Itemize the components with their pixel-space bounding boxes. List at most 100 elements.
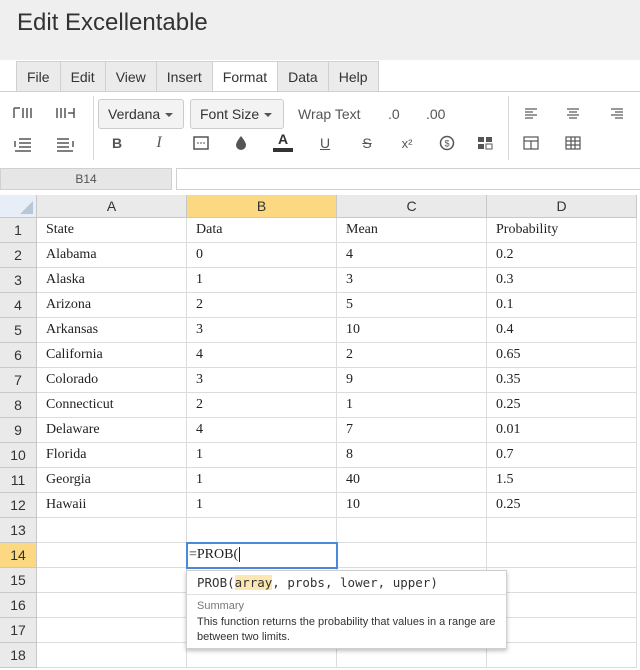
grid-cell[interactable] [37, 593, 187, 618]
grid-cell[interactable]: 4 [187, 418, 337, 443]
grid-cell[interactable]: 0.25 [487, 493, 637, 518]
grid-cell[interactable] [37, 643, 187, 668]
menu-file[interactable]: File [16, 61, 60, 92]
grid-cell[interactable]: 2 [187, 393, 337, 418]
grid-cell[interactable]: 0.2 [487, 243, 637, 268]
grid-cell[interactable]: Hawaii [37, 493, 187, 518]
align-center-icon[interactable] [562, 102, 584, 124]
fill-color-icon[interactable] [230, 132, 252, 154]
grid-cell[interactable]: 4 [187, 343, 337, 368]
cell-reference-box[interactable]: B14 [0, 168, 172, 190]
conditional-format-icon[interactable] [474, 132, 496, 154]
grid-cell[interactable]: Probability [487, 218, 637, 243]
grid-cell[interactable]: Alabama [37, 243, 187, 268]
superscript-button[interactable]: x² [396, 132, 418, 154]
grid-cell[interactable] [187, 518, 337, 543]
row-header[interactable]: 18 [0, 643, 37, 668]
bold-button[interactable]: B [106, 132, 128, 154]
row-header[interactable]: 5 [0, 318, 37, 343]
grid-cell[interactable]: 10 [337, 318, 487, 343]
grid-cell[interactable]: 3 [337, 268, 487, 293]
strikethrough-button[interactable]: S [356, 132, 378, 154]
row-header[interactable]: 13 [0, 518, 37, 543]
grid-cell[interactable]: 2 [337, 343, 487, 368]
row-header[interactable]: 11 [0, 468, 37, 493]
row-header[interactable]: 16 [0, 593, 37, 618]
column-header-d[interactable]: D [487, 195, 637, 218]
font-size-dropdown[interactable]: Font Size [190, 99, 284, 129]
grid-cell[interactable]: 3 [187, 368, 337, 393]
grid-cell[interactable]: 1.5 [487, 468, 637, 493]
formula-input[interactable] [176, 168, 640, 190]
grid-cell[interactable]: 0.3 [487, 268, 637, 293]
grid-cell[interactable]: 0.01 [487, 418, 637, 443]
menu-format[interactable]: Format [211, 61, 278, 92]
row-header[interactable]: 9 [0, 418, 37, 443]
grid-cell[interactable]: Florida [37, 443, 187, 468]
grid-cell[interactable]: 1 [187, 468, 337, 493]
currency-icon[interactable]: $ [436, 132, 458, 154]
decrease-decimal-button[interactable]: .0 [388, 104, 400, 124]
grid-cell[interactable]: 40 [337, 468, 487, 493]
grid-cell[interactable] [337, 543, 487, 568]
menu-data[interactable]: Data [277, 61, 328, 92]
grid-cell[interactable] [487, 643, 637, 668]
menu-edit[interactable]: Edit [59, 61, 105, 92]
grid-cell[interactable]: 4 [337, 243, 487, 268]
row-header[interactable]: 12 [0, 493, 37, 518]
grid-cell[interactable]: 0.7 [487, 443, 637, 468]
grid-cell[interactable]: Connecticut [37, 393, 187, 418]
indent-decrease-icon[interactable] [54, 102, 76, 124]
grid-cell[interactable]: Alaska [37, 268, 187, 293]
grid-cell[interactable]: Mean [337, 218, 487, 243]
grid-cell[interactable]: 1 [187, 268, 337, 293]
row-header[interactable]: 10 [0, 443, 37, 468]
grid-cell[interactable]: 10 [337, 493, 487, 518]
grid-cell[interactable]: 0.65 [487, 343, 637, 368]
grid-cell[interactable] [37, 518, 187, 543]
grid-cell[interactable]: 9 [337, 368, 487, 393]
grid-cell[interactable]: 7 [337, 418, 487, 443]
grid-cell[interactable]: Arkansas [37, 318, 187, 343]
grid-cell[interactable]: California [37, 343, 187, 368]
menu-view[interactable]: View [104, 61, 156, 92]
column-header-c[interactable]: C [337, 195, 487, 218]
align-right-icon[interactable] [606, 102, 628, 124]
increase-decimal-button[interactable]: .00 [426, 104, 445, 124]
row-header[interactable]: 15 [0, 568, 37, 593]
grid-cell[interactable] [487, 618, 637, 643]
indent-increase-icon[interactable] [12, 102, 34, 124]
grid-cell[interactable]: 0.1 [487, 293, 637, 318]
row-header[interactable]: 17 [0, 618, 37, 643]
grid-cell[interactable] [337, 518, 487, 543]
row-delete-icon[interactable] [54, 134, 76, 156]
font-family-dropdown[interactable]: Verdana [98, 99, 184, 129]
grid-cell[interactable]: Arizona [37, 293, 187, 318]
row-header[interactable]: 14 [0, 543, 37, 568]
grid-cell[interactable] [487, 543, 637, 568]
grid-cell[interactable]: 0.35 [487, 368, 637, 393]
underline-button[interactable]: U [314, 132, 336, 154]
grid-cell[interactable]: 0.4 [487, 318, 637, 343]
merge-cells-icon[interactable] [520, 132, 542, 154]
grid-cell[interactable] [37, 568, 187, 593]
grid-cell[interactable] [487, 568, 637, 593]
menu-insert[interactable]: Insert [155, 61, 212, 92]
row-header[interactable]: 4 [0, 293, 37, 318]
cell-editor[interactable]: =PROB( [186, 542, 338, 569]
row-insert-icon[interactable] [12, 134, 34, 156]
select-all-corner[interactable] [0, 195, 37, 218]
grid-cell[interactable]: Delaware [37, 418, 187, 443]
grid-cell[interactable] [487, 518, 637, 543]
grid-cell[interactable]: 3 [187, 318, 337, 343]
row-header[interactable]: 8 [0, 393, 37, 418]
grid-cell[interactable]: Georgia [37, 468, 187, 493]
text-color-button[interactable]: A [272, 130, 294, 152]
grid-cell[interactable]: 1 [187, 493, 337, 518]
row-header[interactable]: 2 [0, 243, 37, 268]
grid-cell[interactable]: State [37, 218, 187, 243]
grid-cell[interactable]: Data [187, 218, 337, 243]
table-grid-icon[interactable] [562, 132, 584, 154]
grid-cell[interactable]: 8 [337, 443, 487, 468]
border-icon[interactable] [190, 132, 212, 154]
